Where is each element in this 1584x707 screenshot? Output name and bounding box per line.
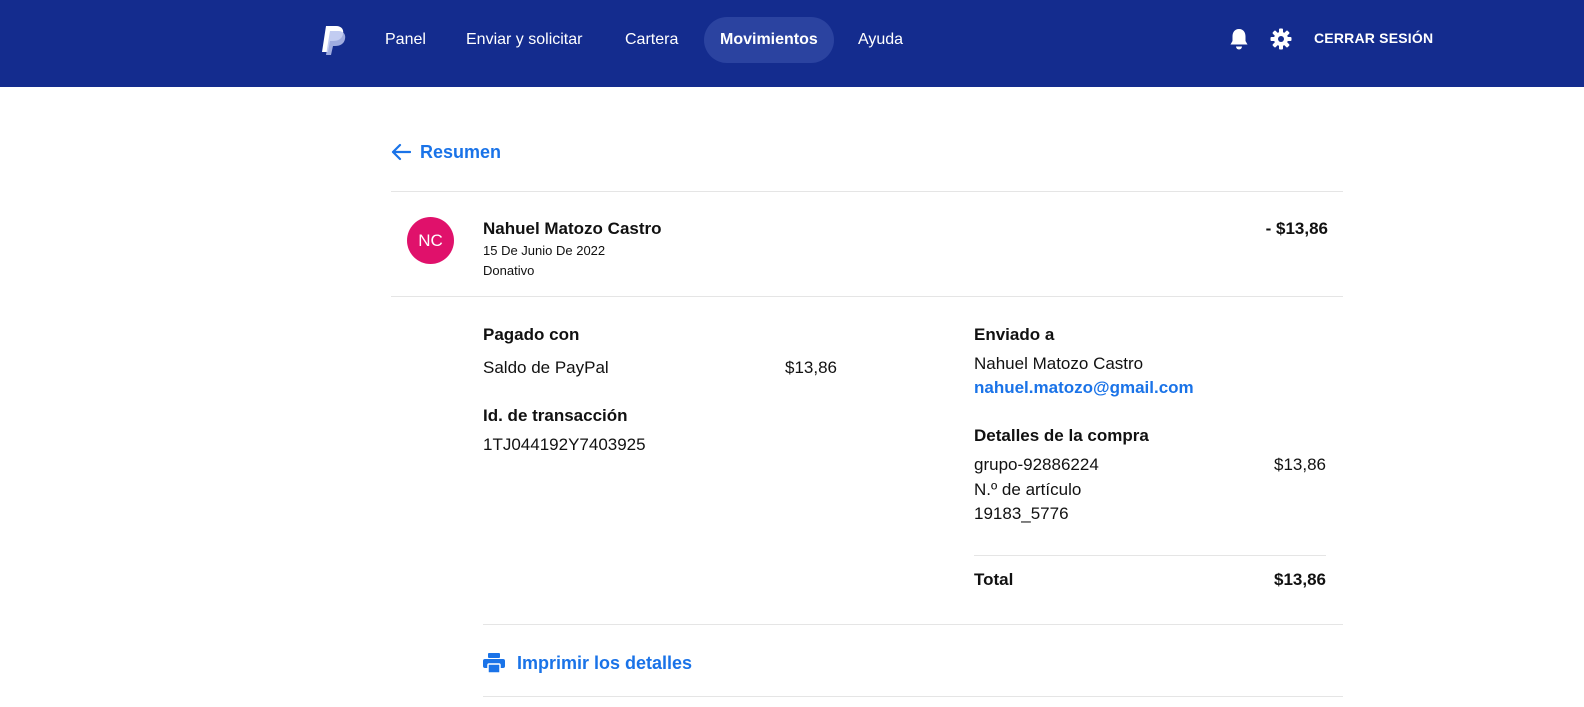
paid-with-heading: Pagado con bbox=[483, 325, 580, 344]
nav-panel[interactable]: Panel bbox=[369, 17, 442, 63]
print-details-button[interactable]: Imprimir los detalles bbox=[483, 651, 692, 675]
purchase-details-heading: Detalles de la compra bbox=[974, 426, 1149, 445]
counterparty-name: Nahuel Matozo Castro bbox=[483, 219, 662, 238]
transaction-amount: - $13,86 bbox=[1265, 219, 1328, 238]
divider bbox=[391, 296, 1343, 297]
avatar: NC bbox=[407, 217, 454, 264]
paypal-logo[interactable] bbox=[318, 24, 348, 56]
recipient-name: Nahuel Matozo Castro bbox=[974, 354, 1144, 373]
divider bbox=[483, 696, 1343, 697]
item-amount: $13,86 bbox=[1274, 455, 1326, 474]
item-number-label: N.º de artículo bbox=[974, 480, 1082, 499]
divider bbox=[391, 191, 1343, 192]
transaction-id: 1TJ044192Y7403925 bbox=[483, 435, 646, 454]
total-label: Total bbox=[974, 570, 1014, 589]
nav-movimientos[interactable]: Movimientos bbox=[704, 17, 834, 63]
transaction-id-heading: Id. de transacción bbox=[483, 406, 628, 425]
arrow-left-icon bbox=[391, 143, 411, 161]
nav-enviar-y-solicitar[interactable]: Enviar y solicitar bbox=[450, 17, 598, 63]
total-amount: $13,86 bbox=[1274, 570, 1326, 589]
item-number: 19183_5776 bbox=[974, 504, 1069, 523]
payment-source: Saldo de PayPal bbox=[483, 358, 609, 377]
transaction-date: 15 De Junio De 2022 bbox=[483, 243, 606, 258]
sent-to-heading: Enviado a bbox=[974, 325, 1055, 344]
nav-ayuda[interactable]: Ayuda bbox=[842, 17, 919, 63]
logout-button[interactable]: CERRAR SESIÓN bbox=[1314, 30, 1433, 46]
recipient-email-link[interactable]: nahuel.matozo@gmail.com bbox=[974, 378, 1194, 398]
back-to-summary-link[interactable]: Resumen bbox=[391, 139, 501, 165]
printer-icon bbox=[483, 653, 505, 673]
bell-icon[interactable] bbox=[1228, 27, 1250, 51]
item-name: grupo-92886224 bbox=[974, 455, 1099, 474]
nav-cartera[interactable]: Cartera bbox=[609, 17, 694, 63]
divider bbox=[974, 555, 1326, 556]
gear-icon[interactable] bbox=[1270, 28, 1292, 50]
divider bbox=[483, 624, 1343, 625]
back-label: Resumen bbox=[420, 141, 502, 162]
transaction-type: Donativo bbox=[483, 263, 535, 278]
print-details-label: Imprimir los detalles bbox=[517, 652, 693, 673]
payment-source-amount: $13,86 bbox=[785, 358, 837, 377]
top-nav-bar: Panel Enviar y solicitar Cartera Movimie… bbox=[0, 0, 1584, 87]
